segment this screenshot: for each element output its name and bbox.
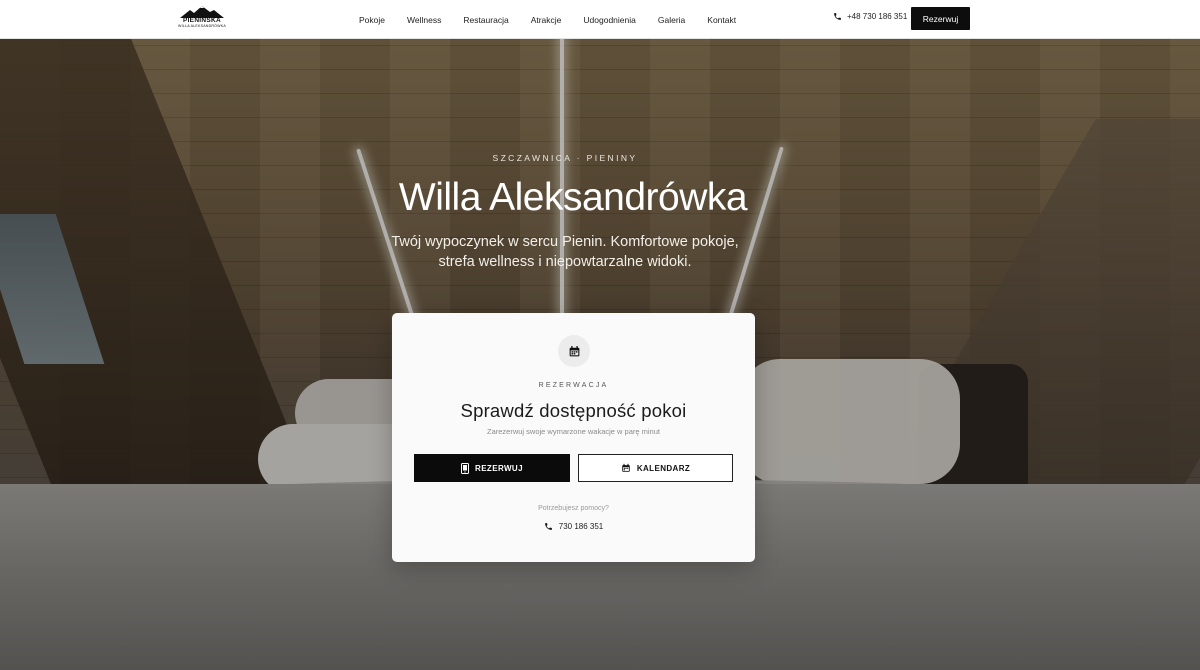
hero-location: SZCZAWNICA · PIENINY [492, 153, 638, 163]
header-phone-number: +48 730 186 351 [847, 12, 908, 21]
booking-label: REZERWACJA [538, 382, 609, 389]
nav-item-pokoje[interactable]: Pokoje [359, 15, 385, 25]
calendar-icon [569, 345, 579, 356]
hero-title: Willa Aleksandrówka [398, 176, 748, 219]
nav-item-kontakt[interactable]: Kontakt [707, 15, 736, 25]
phone-icon [834, 13, 841, 20]
main-nav: Pokoje Wellness Restauracja Atrakcje Udo… [359, 0, 758, 39]
booking-heading: Sprawdź dostępność pokoi [460, 400, 687, 421]
booking-phone-number: 730 186 351 [558, 522, 604, 531]
book-now-button[interactable]: REZERWUJ [414, 454, 570, 482]
hero-subtitle: Twój wypoczynek w sercu Pienin. Komforto… [0, 232, 1130, 272]
site-header: PIENIŃSKA WILLA ALEKSANDRÓWKA Pokoje Wel… [0, 0, 1200, 39]
nav-item-restauracja[interactable]: Restauracja [463, 15, 508, 25]
booking-description: Zarezerwuj swoje wymarzone wakacje w par… [487, 427, 660, 436]
calendar-button[interactable]: KALENDARZ [578, 454, 733, 482]
mobile-phone-icon [461, 462, 470, 474]
help-text: Potrzebujesz pomocy? [538, 505, 609, 512]
calendar-icon [622, 463, 630, 472]
nav-item-atrakcje[interactable]: Atrakcje [531, 15, 562, 25]
book-now-label: REZERWUJ [475, 463, 523, 473]
nav-item-udogodnienia[interactable]: Udogodnienia [583, 15, 635, 25]
nav-item-wellness[interactable]: Wellness [407, 15, 441, 25]
calendar-label: KALENDARZ [636, 463, 691, 473]
phone-icon [544, 523, 552, 530]
calendar-badge [558, 335, 590, 367]
hero-subtitle-line-1: Twój wypoczynek w sercu Pienin. Komforto… [391, 234, 739, 250]
hero-subtitle-line-2: strefa wellness i niepowtarzalne widoki. [438, 254, 692, 270]
logo-subtitle: WILLA ALEKSANDRÓWKA [178, 24, 226, 28]
header-book-button[interactable]: Rezerwuj [911, 7, 970, 30]
logo-title: PIENIŃSKA [182, 17, 222, 24]
nav-item-galeria[interactable]: Galeria [658, 15, 685, 25]
booking-phone-link[interactable]: 730 186 351 [392, 522, 755, 531]
booking-card: REZERWACJA Sprawdź dostępność pokoi Zare… [392, 313, 755, 562]
site-logo[interactable]: PIENIŃSKA WILLA ALEKSANDRÓWKA [176, 6, 228, 32]
header-phone-link[interactable]: +48 730 186 351 [833, 12, 907, 21]
